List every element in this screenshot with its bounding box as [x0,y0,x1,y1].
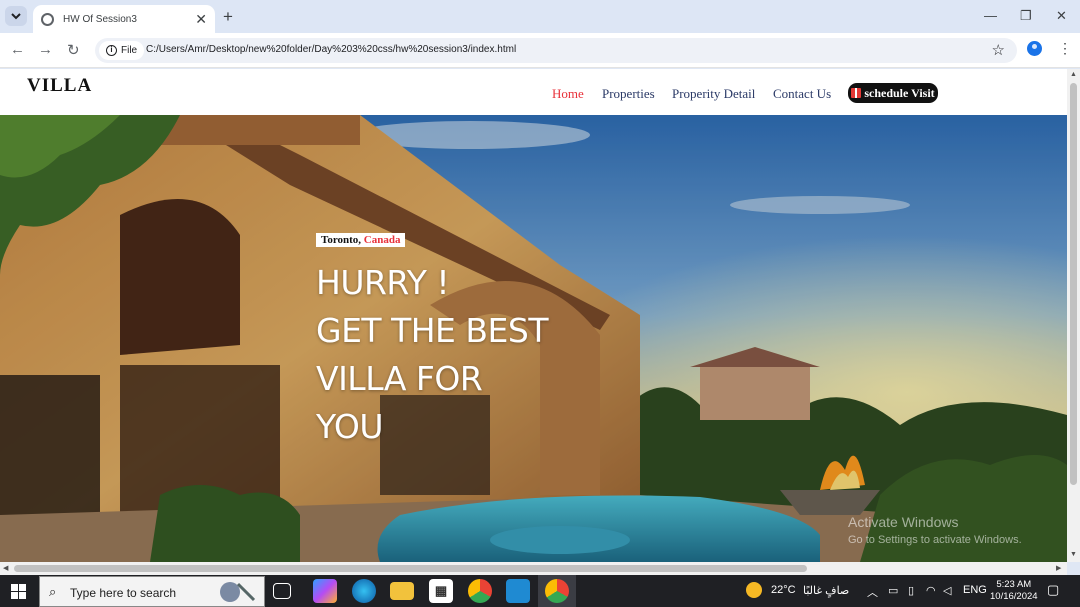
kebab-icon[interactable]: ⋮ [1058,40,1072,57]
schedule-visit-button[interactable]: schedule Visit [848,83,938,103]
hero-headline: HURRY ! GET THE BEST VILLA FOR YOU [316,259,616,451]
site-info-chip[interactable]: i File [99,41,145,60]
weather-icon[interactable] [746,582,762,598]
site-logo[interactable]: VILLA [27,75,92,97]
horizontal-scroll-thumb[interactable] [14,565,807,572]
close-icon[interactable]: ✕ [195,12,207,26]
headline-line: YOU [316,407,383,446]
edge-icon[interactable] [352,579,376,603]
battery-icon[interactable]: ▯ [908,584,914,597]
browser-tab[interactable]: HW Of Session3 ✕ [33,5,215,33]
copilot-icon[interactable] [313,579,337,603]
vertical-scrollbar[interactable]: ▲ ▼ [1067,69,1080,562]
reload-icon[interactable]: ↻ [67,41,80,59]
chrome-icon[interactable] [468,579,492,603]
task-view-icon[interactable] [273,583,291,599]
windows-taskbar: ⌕ Type here to search ▦ 22°C صافٍ غالبًا… [0,575,1080,607]
info-icon: i [106,45,117,56]
notification-icon[interactable]: ▢ [1047,582,1059,598]
back-icon[interactable]: ← [10,41,25,58]
plus-icon[interactable]: + [223,7,233,27]
minimize-icon[interactable]: — [984,8,997,23]
profile-icon[interactable] [1027,41,1042,56]
taskbar-search-placeholder: Type here to search [70,586,177,600]
gift-icon [851,88,862,98]
language-indicator[interactable]: ENG [963,584,987,596]
vertical-scroll-thumb[interactable] [1070,83,1077,485]
volume-icon[interactable]: ◁ [943,584,951,597]
tab-title: HW Of Session3 [63,13,137,25]
clock-date: 10/16/2024 [990,591,1038,602]
clock-time: 5:23 AM [996,579,1032,590]
temperature[interactable]: 22°C [771,584,796,596]
activate-windows-subtitle: Go to Settings to activate Windows. [848,534,1022,546]
scroll-down-icon[interactable]: ▼ [1070,551,1077,558]
star-icon[interactable]: ☆ [992,41,1005,59]
site-chip-label: File [121,45,138,56]
schedule-visit-label: schedule Visit [864,85,935,100]
url-text[interactable]: C:/Users/Amr/Desktop/new%20folder/Day%20… [146,44,516,55]
chevron-up-icon[interactable]: ︿ [867,584,878,600]
forward-icon[interactable]: → [38,41,53,58]
store-icon[interactable]: ▦ [429,579,453,603]
horizontal-scrollbar[interactable]: ◀ ▶ [0,562,1067,575]
nav-contact[interactable]: Contact Us [773,86,831,102]
location-country: Canada [363,234,401,246]
globe-icon [41,12,54,26]
taskbar-search-input[interactable]: ⌕ Type here to search [39,576,265,607]
screen: HW Of Session3 ✕ + — ❐ ✕ ← → ↻ i File C:… [0,0,1080,607]
vscode-icon[interactable] [506,579,530,603]
headline-line: VILLA FOR [316,359,483,398]
headline-line: GET THE BEST [316,311,548,350]
location-city: Toronto, [321,234,364,246]
location-tag: Toronto, Canada [316,233,406,247]
nav-home[interactable]: Home [552,86,584,102]
scroll-left-icon[interactable]: ◀ [3,564,8,572]
scroll-right-icon[interactable]: ▶ [1056,564,1061,572]
taskbar-clock[interactable]: 5:23 AM 10/16/2024 [990,579,1038,603]
tab-search-icon[interactable] [5,6,27,26]
page-viewport: VILLA Home Properties Properity Detail C… [0,69,1067,562]
site-navbar: VILLA Home Properties Properity Detail C… [0,69,1067,115]
file-explorer-icon[interactable] [390,582,414,600]
meet-icon[interactable]: ▭ [888,584,898,597]
browser-toolbar: ← → ↻ i File C:/Users/Amr/Desktop/new%20… [0,33,1080,68]
close-window-icon[interactable]: ✕ [1056,8,1067,24]
browser-tabstrip: HW Of Session3 ✕ + — ❐ ✕ [0,0,1080,33]
address-bar[interactable]: i File C:/Users/Amr/Desktop/new%20folder… [95,38,1017,63]
chrome-active-icon[interactable] [545,579,569,603]
search-icon: ⌕ [49,584,57,599]
scroll-up-icon[interactable]: ▲ [1070,71,1077,78]
weather-text[interactable]: صافٍ غالبًا [803,584,849,597]
nav-property-detail[interactable]: Properity Detail [672,86,755,102]
search-highlight-icon [220,582,256,602]
nav-properties[interactable]: Properties [602,86,655,102]
headline-line: HURRY ! [316,263,450,302]
hero-section: Toronto, Canada HURRY ! GET THE BEST VIL… [0,115,1067,562]
restore-icon[interactable]: ❐ [1020,8,1032,24]
activate-windows-title: Activate Windows [848,514,959,530]
windows-start-icon[interactable] [11,584,26,599]
wifi-icon[interactable]: ◠ [926,584,936,597]
